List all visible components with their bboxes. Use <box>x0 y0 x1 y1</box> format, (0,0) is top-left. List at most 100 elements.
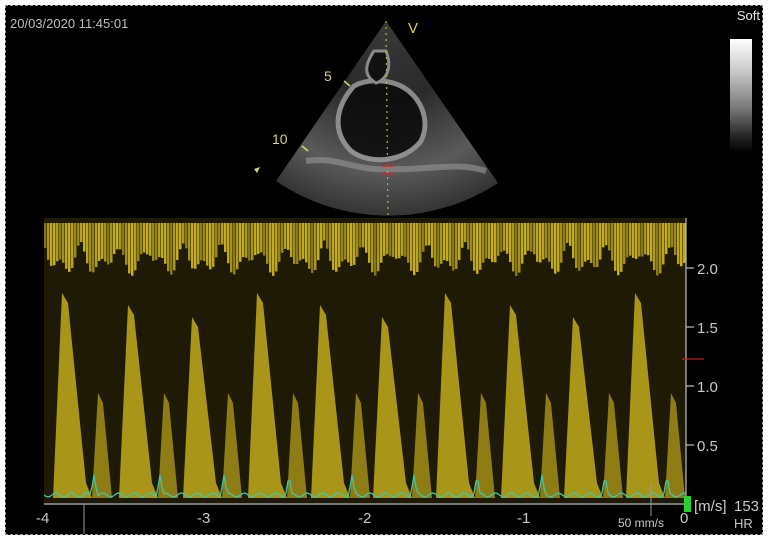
spectrum-band-mark <box>578 223 581 271</box>
spectrum-band-mark <box>242 223 245 258</box>
y-axis-ticks <box>686 267 694 446</box>
spectrum-band-mark <box>503 223 506 251</box>
spectrum-band-mark <box>206 223 209 266</box>
spectrum-band-mark <box>470 223 473 261</box>
spectrum-band-mark <box>416 223 419 272</box>
x-tick-label: -4 <box>36 510 50 527</box>
spectrum-band-mark <box>275 223 278 272</box>
x-tick-label: -2 <box>358 510 372 527</box>
spectrum-band-mark <box>512 223 515 272</box>
spectrum-band-mark <box>440 223 443 264</box>
velocity-unit: [m/s] <box>694 498 727 515</box>
timestamp: 20/03/2020 11:45:01 <box>10 16 129 31</box>
spectrum-band-mark <box>128 223 131 274</box>
preset-label: Soft <box>736 8 760 23</box>
spectrum-band-mark <box>479 223 482 270</box>
spectrum-band-mark <box>659 223 662 274</box>
spectrum-band-mark <box>179 223 182 250</box>
spectrum-band-mark <box>473 223 476 271</box>
y-tick-label: 0.5 <box>697 438 718 455</box>
spectrum-band-mark <box>266 223 269 264</box>
spectrum-band-mark <box>221 223 224 245</box>
spectrum-band-mark <box>80 223 83 243</box>
spectrum-band-mark <box>356 223 359 257</box>
spectrum-band-mark <box>290 223 293 258</box>
spectrum-band-mark <box>281 223 284 253</box>
spectrum-band-mark <box>434 223 437 267</box>
spectrum-band-mark <box>536 223 539 262</box>
spectrum-band-mark <box>641 223 644 257</box>
spectrum-band-mark <box>644 223 647 255</box>
spectrum-band-mark <box>248 223 251 261</box>
spectrum-band-mark <box>119 223 122 250</box>
spectrum-band-mark <box>410 223 413 271</box>
spectrum-band-mark <box>341 223 344 262</box>
spectrum-band-mark <box>107 223 110 265</box>
spectrum-band-mark <box>302 223 305 259</box>
spectrum-band-mark <box>581 223 584 267</box>
spectrum-band-mark <box>251 223 254 261</box>
spectrum-band-mark <box>338 223 341 268</box>
spectrum-band-mark <box>149 223 152 256</box>
spectrum-band-mark <box>530 223 533 252</box>
spectrum-band-mark <box>215 223 218 258</box>
spectrum-band-mark <box>278 223 281 262</box>
spectrum-band-mark <box>329 223 332 261</box>
spectrum-band-mark <box>227 223 230 264</box>
grayscale-bar <box>730 39 752 153</box>
spectrum-band-mark <box>269 223 272 273</box>
spectrum-band-mark <box>665 223 668 255</box>
spectrum-band-mark <box>86 223 89 264</box>
spectrum-band-mark <box>683 223 686 264</box>
spectrum-band-mark <box>575 223 578 268</box>
spectrum-band-mark <box>59 223 62 260</box>
spectrum-band-mark <box>368 223 371 263</box>
spectrum-band-mark <box>245 223 248 258</box>
spectrum-band-mark <box>263 223 266 256</box>
spectrum-band-mark <box>380 223 383 263</box>
spectrum-band-mark <box>95 223 98 268</box>
spectrum-band-mark <box>134 223 137 271</box>
spectrum-band-mark <box>572 223 575 259</box>
spectrum-band-mark <box>509 223 512 263</box>
spectrum-band-mark <box>200 223 203 261</box>
spectrum-band-mark <box>623 223 626 264</box>
spectrum-band-mark <box>569 223 572 246</box>
spectrum-band-mark <box>650 223 653 262</box>
spectrum-band-mark <box>164 223 167 264</box>
spectrum-band-mark <box>533 223 536 255</box>
spectrum-band-mark <box>662 223 665 265</box>
spectrum-band-mark <box>668 223 671 248</box>
spectrum-band-mark <box>272 223 275 276</box>
spectrum-band-mark <box>506 223 509 254</box>
spectrum-band-mark <box>551 223 554 269</box>
spectrum-band-mark <box>527 223 530 251</box>
spectrum-band-mark <box>137 223 140 262</box>
spectrum-band-mark <box>89 223 92 272</box>
spectrum-band-mark <box>413 223 416 276</box>
spectrum-band-mark <box>377 223 380 272</box>
spectrum-band-mark <box>152 223 155 261</box>
spectrum-band-mark <box>545 223 548 259</box>
spectrum-band-mark <box>83 223 86 252</box>
spectrum-band-mark <box>308 223 311 269</box>
spectrum-band-mark <box>485 223 488 259</box>
spectrum-band-mark <box>359 223 362 248</box>
spectrum-band-mark <box>374 223 377 276</box>
spectrum-band-mark <box>167 223 170 272</box>
spectrum-band-mark <box>629 223 632 256</box>
spectrum-band-mark <box>518 223 521 273</box>
heart-chamber <box>335 78 428 163</box>
sweep-speed: 50 mm/s <box>618 516 665 530</box>
spectrum-band-mark <box>371 223 374 273</box>
spectrum-band-mark <box>50 223 53 266</box>
spectrum-band-mark <box>140 223 143 255</box>
spectrum-band-mark <box>218 223 221 245</box>
spectrum-band-mark <box>614 223 617 271</box>
spectrum-band-mark <box>383 223 386 256</box>
spectrum-band-mark <box>182 223 185 244</box>
spectrum-band-mark <box>554 223 557 274</box>
spectrum-band-mark <box>209 223 212 270</box>
spectrum-band-mark <box>437 223 440 268</box>
spectrum-band-mark <box>428 223 431 246</box>
